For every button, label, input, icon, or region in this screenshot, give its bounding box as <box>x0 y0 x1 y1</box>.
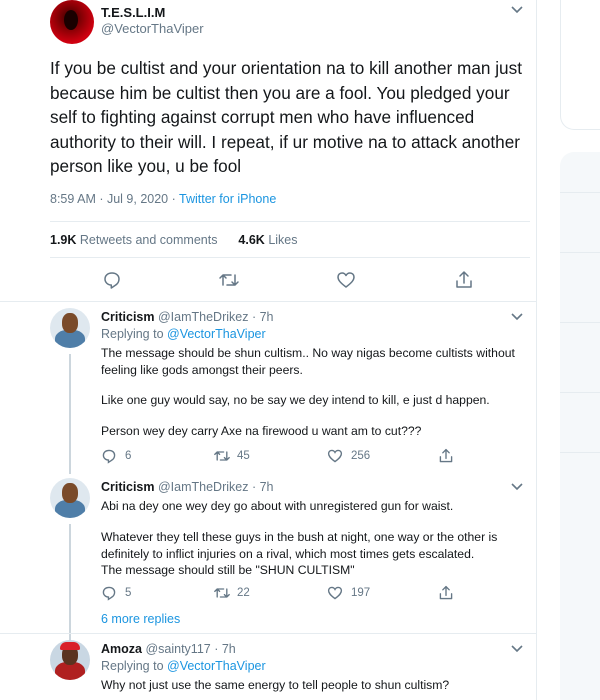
reply-author: Amoza @sainty117 · 7h <box>101 642 236 656</box>
retweet-icon[interactable] <box>218 270 240 292</box>
chevron-down-icon[interactable] <box>510 311 524 325</box>
reply-text: Person wey dey carry Axe na firewood u w… <box>101 424 422 438</box>
reply-author-handle: @IamTheDrikez · 7h <box>157 310 274 324</box>
heart-icon[interactable] <box>336 270 358 292</box>
reply-text: Why not just use the same energy to tell… <box>101 678 450 692</box>
heart-icon <box>327 586 343 600</box>
divider <box>50 221 530 222</box>
likes-count: 4.6K <box>238 233 265 247</box>
author-name[interactable]: T.E.S.L.I.M <box>101 5 165 20</box>
retweet-count: 45 <box>237 450 250 462</box>
reply-author-name[interactable]: Amoza <box>101 642 142 656</box>
like-count: 256 <box>351 450 371 462</box>
reply-author-name[interactable]: Criticism <box>101 480 155 494</box>
retweet-icon <box>214 588 230 598</box>
tweet-header: T.E.S.L.I.M @VectorThaViper <box>50 0 536 44</box>
reply-actions: 5 22 197 <box>101 584 461 602</box>
tweet-stats: 1.9K Retweets and comments 4.6K Likes <box>50 233 298 247</box>
retweets-label: Retweets and comments <box>79 233 218 247</box>
share-icon[interactable] <box>454 270 476 292</box>
avatar[interactable] <box>50 640 90 680</box>
retweets-stat[interactable]: 1.9K Retweets and comments <box>50 233 217 247</box>
reply-tweet[interactable]: Criticism @IamTheDrikez · 7h Replying to… <box>50 308 536 474</box>
sidebar-card <box>560 0 600 130</box>
reply-count: 6 <box>125 450 132 462</box>
reply-text: The message should be shun cultism.. No … <box>101 346 515 377</box>
reply-author: Criticism @IamTheDrikez · 7h <box>101 310 273 324</box>
reply-author-name[interactable]: Criticism <box>101 310 155 324</box>
replying-to: Replying to @VectorThaViper <box>101 327 266 341</box>
tweet-text: If you be cultist and your orientation n… <box>50 58 522 176</box>
like-count: 197 <box>351 587 371 599</box>
avatar[interactable] <box>50 478 90 518</box>
divider <box>0 633 536 634</box>
chevron-down-icon[interactable] <box>510 481 524 495</box>
show-more-replies[interactable]: 6 more replies <box>101 612 180 626</box>
thread-line <box>69 354 71 474</box>
avatar[interactable] <box>50 0 94 44</box>
sidebar-card <box>560 152 600 700</box>
reply-text: Abi na dey one wey dey go about with unr… <box>101 499 454 513</box>
retweet-count: 22 <box>237 587 250 599</box>
divider <box>50 257 530 258</box>
reply-author: Criticism @IamTheDrikez · 7h <box>101 480 273 494</box>
divider <box>0 301 536 302</box>
reply-text: The message should still be "SHUN CULTIS… <box>101 563 355 577</box>
retweet-icon <box>214 451 230 461</box>
reply-actions: 6 45 256 <box>101 447 461 465</box>
reply-icon <box>102 586 116 601</box>
chevron-down-icon[interactable] <box>510 643 524 657</box>
source-link[interactable]: Twitter for iPhone <box>179 192 276 206</box>
tweet-meta: 8:59 AM · Jul 9, 2020 · Twitter for iPho… <box>50 192 276 206</box>
likes-label: Likes <box>268 233 298 247</box>
author-handle[interactable]: @VectorThaViper <box>101 21 204 36</box>
share-icon <box>439 585 453 600</box>
replying-to: Replying to @VectorThaViper <box>101 659 266 673</box>
avatar[interactable] <box>50 308 90 348</box>
share-icon <box>439 448 453 463</box>
reply-tweet[interactable]: Criticism @IamTheDrikez · 7h Abi na dey … <box>50 478 536 674</box>
reply-tweet[interactable]: Amoza @sainty117 · 7h Replying to @Vecto… <box>50 640 536 700</box>
likes-stat[interactable]: 4.6K Likes <box>238 233 297 247</box>
replying-to-prefix: Replying to <box>101 327 168 341</box>
replying-to-link[interactable]: @VectorThaViper <box>167 659 266 673</box>
timestamp[interactable]: 8:59 AM · Jul 9, 2020 · <box>50 192 179 206</box>
reply-text: Whatever they tell these guys in the bus… <box>101 530 498 561</box>
reply-icon[interactable] <box>102 270 124 292</box>
retweets-count: 1.9K <box>50 233 77 247</box>
reply-author-handle: @IamTheDrikez · 7h <box>157 480 274 494</box>
replying-to-prefix: Replying to <box>101 659 168 673</box>
reply-text: Like one guy would say, no be say we dey… <box>101 393 490 407</box>
right-sidebar <box>538 0 600 700</box>
reply-icon <box>102 449 116 464</box>
tweet-actions <box>50 270 530 294</box>
chevron-down-icon[interactable] <box>510 4 524 18</box>
heart-icon <box>327 449 343 463</box>
reply-count: 5 <box>125 587 132 599</box>
tweet-column: T.E.S.L.I.M @VectorThaViper If you be cu… <box>0 0 537 700</box>
reply-author-handle: @sainty117 · 7h <box>145 642 236 656</box>
replying-to-link[interactable]: @VectorThaViper <box>167 327 266 341</box>
